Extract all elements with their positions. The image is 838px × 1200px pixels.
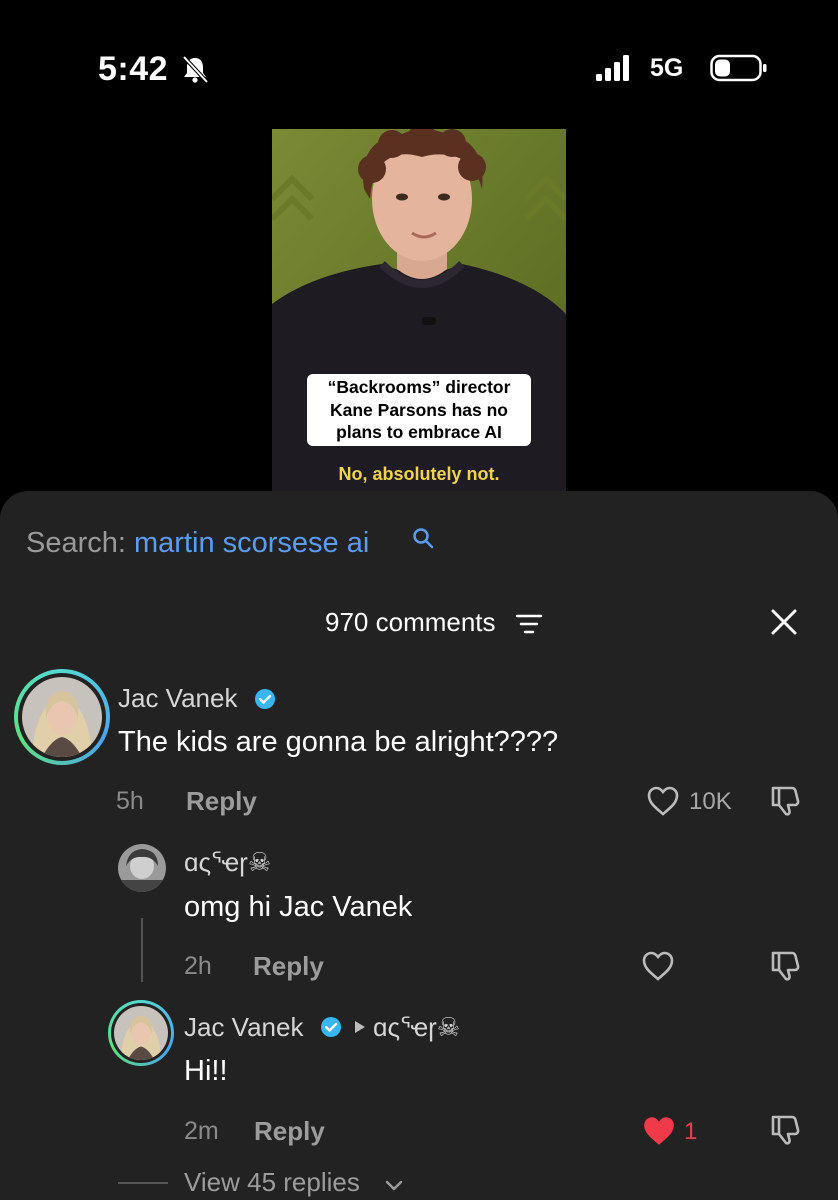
- search-suggestion[interactable]: Search: martin scorsese ai: [26, 527, 369, 560]
- signal-icon: [596, 55, 629, 81]
- comment-age: 5h: [116, 787, 144, 815]
- reply-to-arrow-icon: [355, 1021, 365, 1033]
- dislike-icon[interactable]: [768, 1113, 802, 1147]
- comment-text: The kids are gonna be alright????: [118, 726, 559, 758]
- video-caption: “Backrooms” director Kane Parsons has no…: [307, 374, 531, 446]
- close-icon[interactable]: [770, 608, 798, 636]
- chevron-down-icon[interactable]: [384, 1179, 404, 1193]
- video-player[interactable]: “Backrooms” director Kane Parsons has no…: [272, 129, 566, 491]
- reply-to-author[interactable]: ɑςᕐҽɼ☠: [373, 1012, 460, 1043]
- reply-button[interactable]: Reply: [254, 1116, 325, 1147]
- like-count: 10K: [689, 788, 732, 815]
- search-query[interactable]: martin scorsese ai: [134, 527, 369, 559]
- verified-badge-icon: [255, 689, 275, 709]
- battery-icon: [710, 54, 767, 82]
- like-count: 1: [684, 1118, 698, 1145]
- heart-icon[interactable]: [646, 785, 680, 817]
- avatar[interactable]: [22, 677, 102, 757]
- sort-filter-icon[interactable]: [515, 613, 543, 635]
- reply-avatar[interactable]: [118, 844, 166, 892]
- reply-author[interactable]: ɑςᕐҽɼ☠: [184, 847, 271, 878]
- view-replies-divider: [118, 1182, 168, 1184]
- network-label: 5G: [650, 54, 684, 82]
- reply-avatar[interactable]: [114, 1006, 168, 1060]
- video-subtitle: No, absolutely not.: [338, 464, 500, 484]
- search-label: Search:: [26, 527, 126, 559]
- verified-badge-icon: [321, 1017, 341, 1037]
- status-time: 5:42: [98, 50, 169, 88]
- search-icon[interactable]: [412, 527, 434, 549]
- comments-sheet: Search: martin scorsese ai 970 comments …: [0, 491, 838, 1200]
- comment-author[interactable]: Jac Vanek: [118, 683, 237, 714]
- reply-author[interactable]: Jac Vanek: [184, 1012, 303, 1043]
- bell-slash-icon: [182, 55, 209, 84]
- thread-line: [141, 918, 143, 982]
- reply-age: 2h: [184, 952, 212, 980]
- dislike-icon[interactable]: [768, 949, 802, 983]
- heart-filled-icon[interactable]: [641, 1114, 677, 1148]
- status-bar: 5:42 5G: [0, 0, 838, 120]
- view-replies-button[interactable]: View 45 replies: [184, 1167, 360, 1198]
- reply-text: Hi!!: [184, 1055, 228, 1087]
- comments-count: 970 comments: [325, 607, 496, 637]
- reply-age: 2m: [184, 1117, 219, 1145]
- reply-button[interactable]: Reply: [253, 951, 324, 982]
- reply-text: omg hi Jac Vanek: [184, 891, 413, 923]
- reply-button[interactable]: Reply: [186, 786, 257, 817]
- heart-icon[interactable]: [641, 950, 675, 982]
- dislike-icon[interactable]: [768, 784, 802, 818]
